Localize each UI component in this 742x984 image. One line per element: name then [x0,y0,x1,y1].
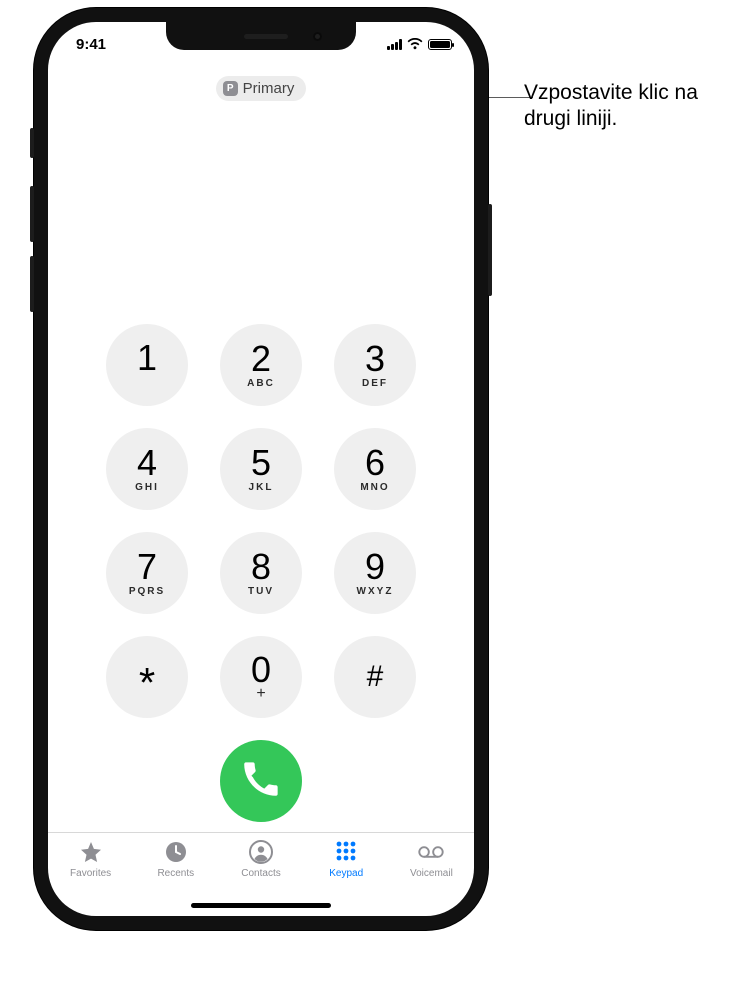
key-letters: TUV [248,587,274,597]
sim-line-label: Primary [243,80,295,97]
screen: 9:41 P Primary 1 [48,22,474,916]
side-button-power [488,204,492,296]
key-digit: 3 [365,341,385,377]
key-letters: PQRS [129,587,165,597]
key-2[interactable]: 2 ABC [220,324,302,406]
key-digit: # [367,662,384,692]
clock-icon [163,839,189,865]
keypad-icon [333,839,359,865]
key-digit: 6 [365,445,385,481]
notch [166,22,356,50]
phone-frame: 9:41 P Primary 1 [34,8,488,930]
key-letters: WXYZ [357,587,394,597]
key-digit: 5 [251,445,271,481]
status-icons [387,38,452,50]
key-3[interactable]: 3 DEF [334,324,416,406]
tab-label: Voicemail [410,868,453,879]
key-digit: 4 [137,445,157,481]
key-digit: 2 [251,341,271,377]
phone-icon [243,761,279,802]
home-indicator[interactable] [191,903,331,908]
callout-text: Vzpostavite klic na drugi liniji. [524,80,724,133]
sim-badge-icon: P [223,81,238,96]
key-8[interactable]: 8 TUV [220,532,302,614]
side-button-vol-down [30,256,34,312]
key-digit: * [139,662,155,704]
key-0[interactable]: 0 + [220,636,302,718]
key-digit: 8 [251,549,271,585]
key-letters: ABC [247,379,275,389]
tab-label: Keypad [329,868,363,879]
tab-label: Recents [157,868,194,879]
contact-icon [248,839,274,865]
key-letters: GHI [135,483,159,493]
side-button-mute [30,128,34,158]
key-letters: MNO [360,483,389,493]
call-button[interactable] [220,740,302,822]
key-hash[interactable]: # [334,636,416,718]
key-5[interactable]: 5 JKL [220,428,302,510]
keypad-area: 1 2 ABC 3 DEF 4 GHI 5 JKL [48,110,474,832]
sim-line-row: P Primary [48,66,474,110]
status-time: 9:41 [76,36,106,53]
key-star[interactable]: * [106,636,188,718]
side-button-vol-up [30,186,34,242]
key-4[interactable]: 4 GHI [106,428,188,510]
cellular-icon [387,39,402,50]
sim-line-selector[interactable]: P Primary [216,76,307,101]
key-digit: 7 [137,549,157,585]
key-letters: + [256,686,265,702]
star-icon [78,839,104,865]
key-letters: DEF [362,379,388,389]
voicemail-icon [418,839,444,865]
key-1[interactable]: 1 [106,324,188,406]
tab-label: Contacts [241,868,280,879]
battery-icon [428,39,452,50]
key-9[interactable]: 9 WXYZ [334,532,416,614]
wifi-icon [407,38,423,50]
tab-label: Favorites [70,868,111,879]
tab-bar: Favorites Recents Contacts [48,832,474,916]
tab-favorites[interactable]: Favorites [48,839,133,916]
key-digit: 1 [137,340,157,376]
keypad: 1 2 ABC 3 DEF 4 GHI 5 JKL [106,324,416,718]
key-digit: 9 [365,549,385,585]
key-digit: 0 [251,652,271,688]
key-7[interactable]: 7 PQRS [106,532,188,614]
key-6[interactable]: 6 MNO [334,428,416,510]
tab-voicemail[interactable]: Voicemail [389,839,474,916]
key-letters: JKL [249,483,274,493]
